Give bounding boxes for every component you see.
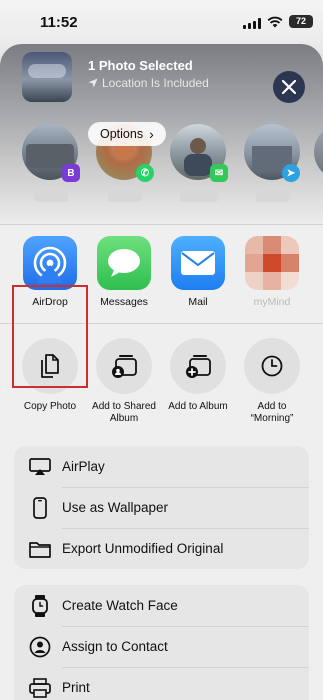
contact-avatar[interactable] — [314, 124, 323, 180]
app-badge-icon: B — [62, 164, 80, 182]
airplay-icon — [29, 457, 51, 475]
photo-thumbnail — [22, 52, 72, 102]
telegram-badge-icon: ➤ — [282, 164, 300, 182]
action-label: Copy Photo — [23, 401, 77, 412]
location-arrow-icon — [88, 78, 98, 88]
action-list-group-1: AirPlay Use as Wallpaper Export Unmodifi… — [14, 446, 309, 569]
chevron-right-icon: › — [149, 126, 154, 142]
options-button[interactable]: Options › — [88, 122, 166, 146]
create-watch-face-row[interactable]: Create Watch Face — [14, 585, 309, 626]
section-divider — [0, 224, 323, 225]
add-to-shared-album-button[interactable]: Add to Shared Album — [87, 338, 161, 425]
airplay-row[interactable]: AirPlay — [14, 446, 309, 487]
copy-photo-highlight — [12, 285, 88, 388]
use-as-wallpaper-row[interactable]: Use as Wallpaper — [14, 487, 309, 528]
clock-icon — [261, 355, 283, 377]
app-messages[interactable]: Messages — [94, 236, 154, 308]
watch-icon — [32, 594, 48, 617]
airdrop-icon — [23, 236, 77, 290]
location-subtitle: Location Is Included — [88, 76, 209, 90]
row-label: AirPlay — [62, 459, 105, 474]
action-label: Add to “Morning” — [250, 401, 294, 424]
messages-badge-icon: ✉ — [210, 164, 228, 182]
add-to-morning-button[interactable]: Add to “Morning” — [235, 338, 309, 425]
app-icon — [245, 236, 299, 290]
action-list-group-2: Create Watch Face Assign to Contact Prin… — [14, 585, 309, 700]
action-label: Add to Shared Album — [92, 401, 156, 424]
contact-names-blurred — [0, 187, 323, 205]
assign-to-contact-row[interactable]: Assign to Contact — [14, 626, 309, 667]
row-label: Export Unmodified Original — [62, 541, 224, 556]
selection-title: 1 Photo Selected — [88, 58, 193, 73]
app-label: Mail — [188, 296, 208, 308]
add-to-album-button[interactable]: Add to Album — [161, 338, 235, 413]
options-label: Options — [100, 127, 144, 141]
printer-icon — [29, 677, 51, 698]
close-button[interactable] — [273, 71, 305, 103]
app-mail[interactable]: Mail — [168, 236, 228, 308]
row-label: Assign to Contact — [62, 639, 168, 654]
status-bar: 11:52 72 — [0, 0, 323, 44]
messages-icon — [97, 236, 151, 290]
export-unmodified-original-row[interactable]: Export Unmodified Original — [14, 528, 309, 569]
row-label: Create Watch Face — [62, 598, 178, 613]
shared-album-icon — [112, 355, 137, 378]
app-label: myMind — [253, 296, 291, 308]
row-label: Print — [62, 680, 90, 695]
contact-icon — [29, 636, 51, 657]
whatsapp-badge-icon: ✆ — [136, 164, 154, 182]
folder-icon — [29, 541, 51, 558]
close-icon — [282, 80, 296, 94]
battery-indicator: 72 — [289, 15, 313, 28]
row-label: Use as Wallpaper — [62, 500, 169, 515]
action-label: Add to Album — [168, 401, 228, 412]
add-album-icon — [186, 355, 211, 378]
app-label: Messages — [100, 296, 148, 308]
app-mymind[interactable]: myMind — [242, 236, 302, 308]
location-subtitle-text: Location Is Included — [102, 76, 209, 90]
print-row[interactable]: Print — [14, 667, 309, 700]
wifi-icon — [267, 16, 283, 28]
signal-icon — [243, 18, 261, 29]
phone-icon — [33, 496, 47, 519]
mail-icon — [171, 236, 225, 290]
status-time: 11:52 — [40, 14, 78, 31]
